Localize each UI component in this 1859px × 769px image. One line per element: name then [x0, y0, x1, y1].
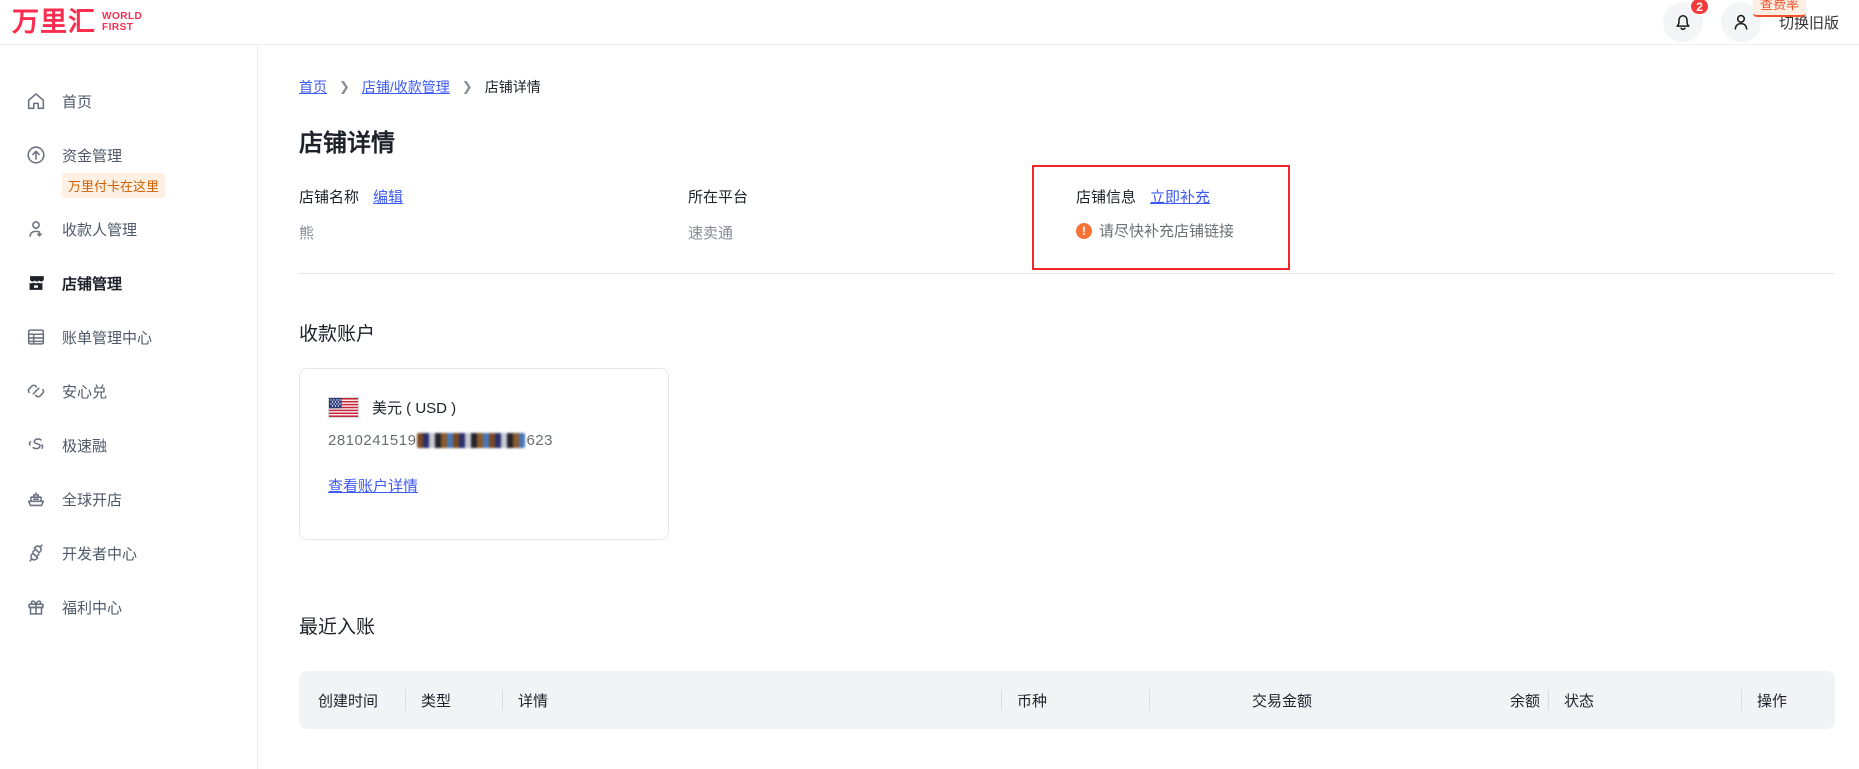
billing-icon: [25, 326, 47, 348]
sidebar: 首页 资金管理 万里付卡在这里 收款人管理: [0, 45, 258, 769]
account-card: 美元 ( USD ) 2810241519 ▓▓▓▓▓▓▓▓▓▓ 623 查看账…: [299, 368, 669, 540]
shop-name-label: 店铺名称: [299, 186, 359, 207]
breadcrumb: 首页 ❯ 店铺/收款管理 ❯ 店铺详情: [299, 77, 1835, 97]
main-content: 首页 ❯ 店铺/收款管理 ❯ 店铺详情 店铺详情 店铺名称 编辑 熊 所在平台 …: [258, 45, 1859, 769]
shop-info-row: 店铺名称 编辑 熊 所在平台 速卖通 店铺信息 立即补充 ! 请尽快补充店铺链接: [299, 186, 1835, 243]
view-account-details-link[interactable]: 查看账户详情: [328, 478, 418, 495]
us-flag-icon: [328, 397, 359, 418]
bell-icon: [1672, 11, 1694, 33]
warning-icon: !: [1076, 223, 1092, 239]
account-number-masked: ▓▓▓▓▓▓▓▓▓▓: [417, 433, 525, 448]
sidebar-item-global-store[interactable]: 全球开店: [0, 472, 257, 526]
notifications-button[interactable]: 2: [1663, 2, 1703, 42]
account-number-suffix: 623: [526, 432, 553, 449]
platform-label: 所在平台: [688, 186, 748, 207]
column-header-action: 操作: [1741, 671, 1835, 729]
topbar: 万里汇 WORLD FIRST 2 查费率 切换旧版: [0, 0, 1859, 45]
edit-shop-name-link[interactable]: 编辑: [373, 186, 403, 207]
shop-name-value: 熊: [299, 222, 688, 243]
recent-transactions-title: 最近入账: [299, 612, 1835, 639]
breadcrumb-store-management[interactable]: 店铺/收款管理: [362, 77, 450, 97]
column-header-detail: 详情: [502, 671, 1001, 729]
developer-icon: [25, 542, 47, 564]
payee-icon: [25, 218, 47, 240]
column-header-status: 状态: [1548, 671, 1741, 729]
funds-subtag[interactable]: 万里付卡在这里: [62, 173, 257, 200]
sidebar-item-label: 店铺管理: [62, 273, 122, 294]
receiving-account-title: 收款账户: [299, 319, 1835, 346]
chevron-right-icon: ❯: [339, 79, 350, 95]
sidebar-item-label: 资金管理: [62, 145, 122, 166]
notification-badge: 2: [1689, 0, 1710, 16]
sidebar-item-label: 开发者中心: [62, 543, 137, 564]
logo-en-text: WORLD FIRST: [102, 11, 142, 33]
sidebar-item-label: 账单管理中心: [62, 327, 152, 348]
global-store-icon: [25, 488, 47, 510]
column-header-balance: 余额: [1320, 671, 1548, 729]
funds-icon: [25, 144, 47, 166]
breadcrumb-home[interactable]: 首页: [299, 77, 327, 97]
sidebar-item-label: 收款人管理: [62, 219, 137, 240]
platform-value: 速卖通: [688, 222, 1076, 243]
sidebar-item-billing-center[interactable]: 账单管理中心: [0, 310, 257, 364]
page-title: 店铺详情: [299, 123, 1835, 158]
sidebar-item-store-management[interactable]: 店铺管理: [0, 256, 257, 310]
store-icon: [25, 272, 47, 294]
sidebar-item-exchange[interactable]: 安心兑: [0, 364, 257, 418]
sidebar-item-label: 全球开店: [62, 489, 122, 510]
rate-tag[interactable]: 查费率: [1753, 0, 1806, 17]
sidebar-item-benefits-center[interactable]: 福利中心: [0, 580, 257, 634]
sidebar-item-label: 首页: [62, 91, 92, 112]
breadcrumb-current: 店铺详情: [485, 77, 541, 97]
account-number: 2810241519 ▓▓▓▓▓▓▓▓▓▓ 623: [328, 432, 640, 449]
benefits-icon: [25, 596, 47, 618]
home-icon: [25, 90, 47, 112]
financing-icon: [25, 434, 47, 456]
column-header-type: 类型: [405, 671, 502, 729]
shop-info-label: 店铺信息: [1076, 186, 1136, 207]
worldfirst-logo[interactable]: 万里汇 WORLD FIRST: [12, 9, 142, 36]
chevron-right-icon: ❯: [462, 79, 473, 95]
column-header-create-time: 创建时间: [299, 671, 405, 729]
sidebar-item-label: 福利中心: [62, 597, 122, 618]
exchange-icon: [25, 380, 47, 402]
column-header-amount: 交易金额: [1149, 671, 1320, 729]
account-button[interactable]: 查费率: [1721, 2, 1761, 42]
logo-cn-text: 万里汇: [12, 9, 96, 36]
currency-label: 美元 ( USD ): [372, 397, 456, 418]
warning-text: 请尽快补充店铺链接: [1099, 220, 1234, 241]
sidebar-item-label: 安心兑: [62, 381, 107, 402]
shop-info-warning: ! 请尽快补充店铺链接: [1076, 220, 1835, 241]
supplement-now-link[interactable]: 立即补充: [1150, 186, 1210, 207]
sidebar-item-developer-center[interactable]: 开发者中心: [0, 526, 257, 580]
user-icon: [1730, 11, 1752, 33]
recent-transactions-table-header: 创建时间 类型 详情 币种 交易金额 余额 状态 操作: [299, 671, 1835, 729]
section-divider: [299, 273, 1835, 274]
column-header-currency: 币种: [1001, 671, 1149, 729]
account-number-prefix: 2810241519: [328, 432, 416, 449]
sidebar-item-payees[interactable]: 收款人管理: [0, 202, 257, 256]
sidebar-item-home[interactable]: 首页: [0, 74, 257, 128]
sidebar-item-label: 极速融: [62, 435, 107, 456]
sidebar-item-financing[interactable]: 极速融: [0, 418, 257, 472]
